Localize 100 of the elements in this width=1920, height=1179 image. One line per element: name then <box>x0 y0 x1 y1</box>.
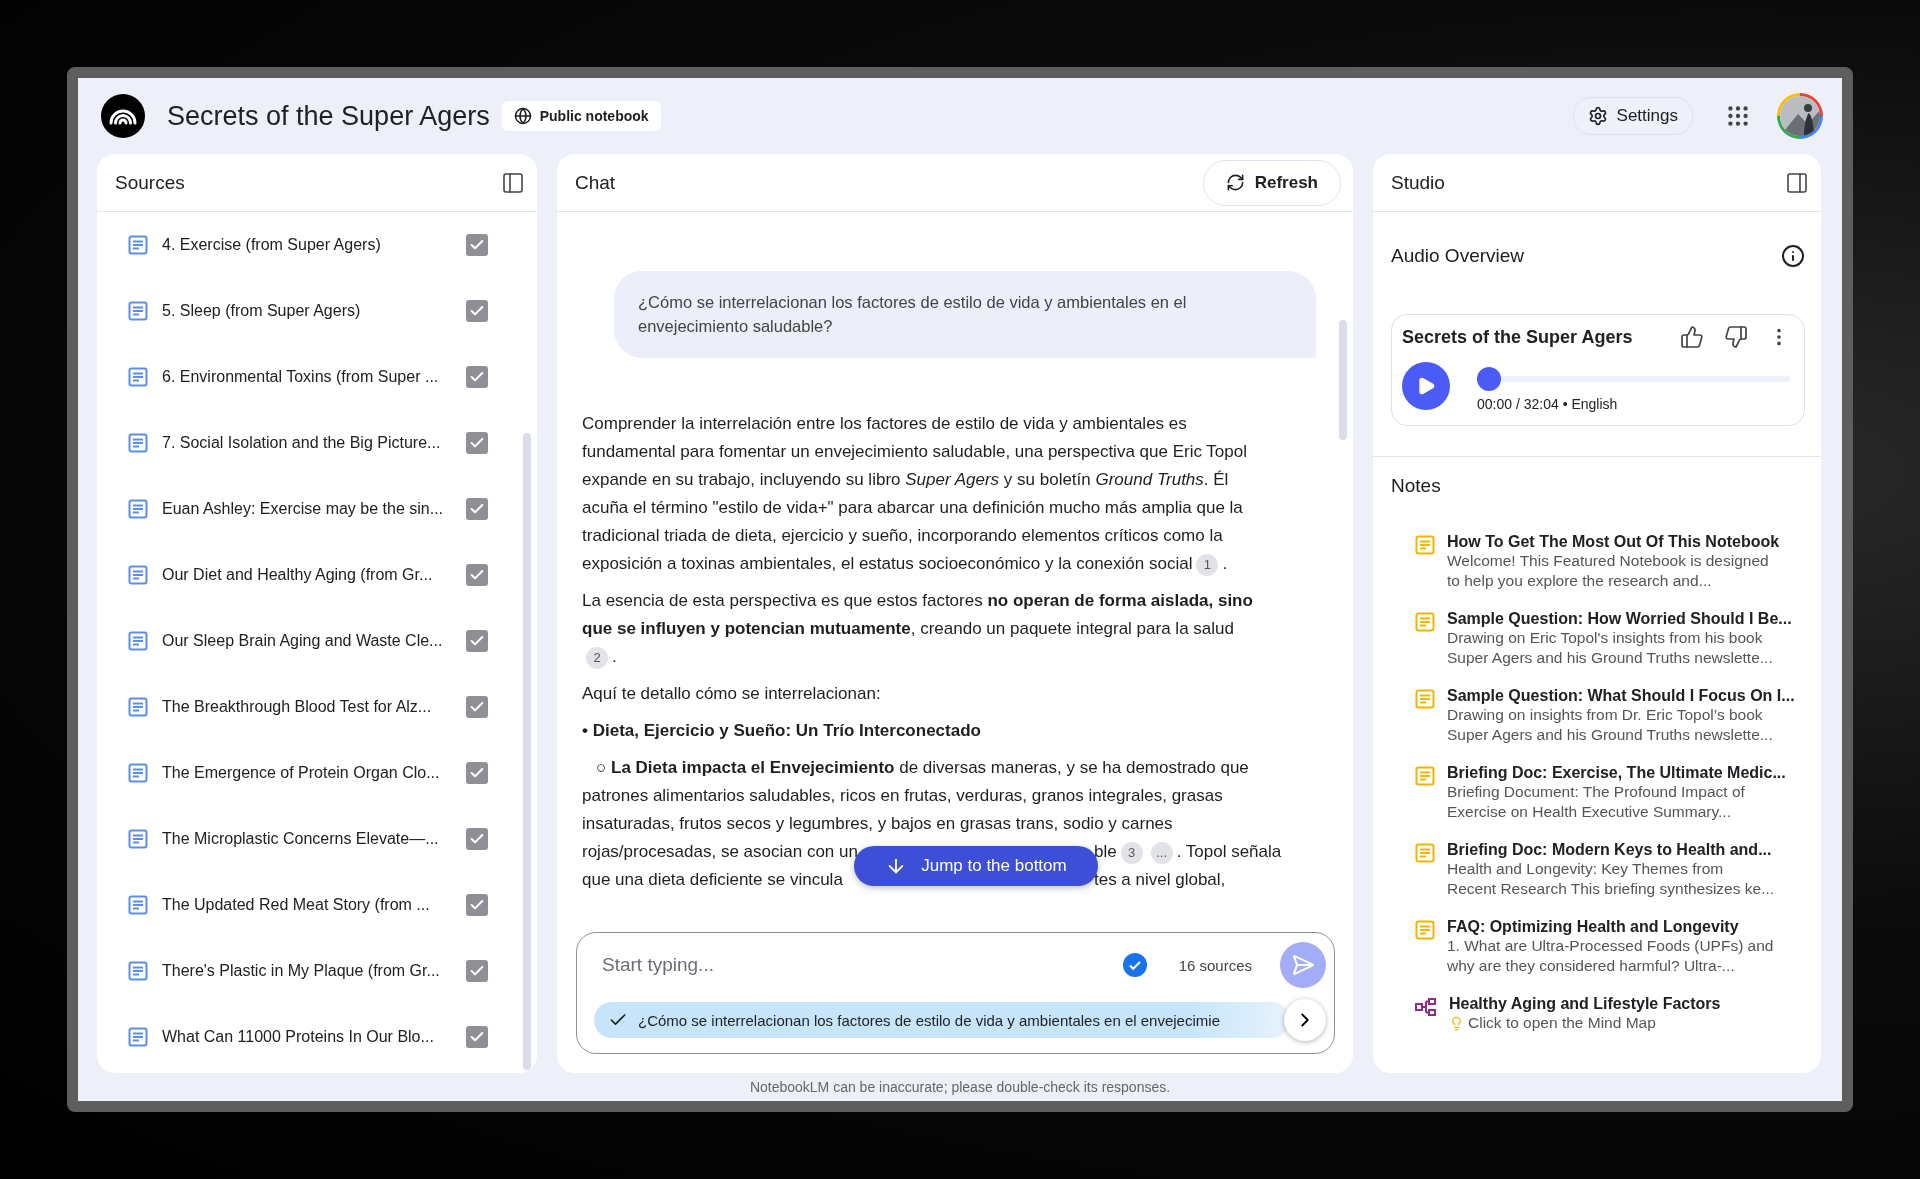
document-icon <box>128 961 148 981</box>
thumbs-up-icon[interactable] <box>1680 325 1704 349</box>
note-title[interactable]: Briefing Doc: Modern Keys to Health and... <box>1447 841 1775 859</box>
source-title[interactable]: Our Sleep Brain Aging and Waste Cle... <box>162 632 443 650</box>
document-icon <box>128 565 148 585</box>
refresh-button[interactable]: Refresh <box>1202 159 1341 206</box>
public-notebook-badge: Public notebook <box>501 101 661 131</box>
next-suggestion-button[interactable] <box>1284 999 1326 1041</box>
play-button[interactable] <box>1402 362 1450 410</box>
answer-heading: • Dieta, Ejercicio y Sueño: Un Trío Interconectado <box>582 720 982 742</box>
source-checkbox[interactable] <box>466 960 488 982</box>
settings-icon <box>1587 106 1608 126</box>
note-snippet: 1. What are Ultra-Processed Foods (UPFs) and why are they considered harmful? Ultra-... <box>1447 936 1774 976</box>
source-checkbox[interactable] <box>466 1026 488 1048</box>
note-icon <box>1415 920 1435 940</box>
mind-map-icon <box>1415 997 1437 1017</box>
source-checkbox[interactable] <box>466 300 488 322</box>
document-icon <box>128 763 148 783</box>
lightbulb-icon <box>1449 1015 1464 1031</box>
document-icon <box>128 433 148 453</box>
source-checkbox[interactable] <box>466 432 488 454</box>
panel-title: Studio <box>1391 171 1445 194</box>
settings-button[interactable]: Settings <box>1572 97 1693 135</box>
scrollbar[interactable] <box>523 433 531 1070</box>
document-icon <box>128 235 148 255</box>
document-icon <box>128 895 148 915</box>
source-title[interactable]: The Updated Red Meat Story (from ... <box>162 896 430 914</box>
answer-paragraph: Aquí te detallo cómo se interrelacionan: <box>582 683 882 705</box>
send-icon <box>1291 953 1315 977</box>
note-snippet: Welcome! This Featured Notebook is designed to help you explore the research and... <box>1447 551 1770 591</box>
source-checkbox[interactable] <box>466 828 488 850</box>
source-checkbox[interactable] <box>466 234 488 256</box>
note-title[interactable]: FAQ: Optimizing Health and Longevity <box>1447 918 1774 936</box>
app-logo[interactable] <box>101 94 145 138</box>
play-icon <box>1416 376 1436 396</box>
source-title[interactable]: The Emergence of Protein Organ Clo... <box>162 764 440 782</box>
answer-paragraph: La esencia de esta perspectiva es que estos factores no operan de forma aislada, sino que se influyen y potencian mutuamente, creando un paquete integral para la salud 2 . <box>582 587 1254 671</box>
audio-time: 00:00 / 32:04 • English <box>1477 396 1618 412</box>
refresh-icon <box>1225 173 1245 192</box>
notebook-title: Secrets of the Super Agers <box>167 100 490 132</box>
check-circle-icon <box>1122 953 1147 977</box>
note-title[interactable]: Healthy Aging and Lifestyle Factors <box>1449 995 1721 1013</box>
source-title[interactable]: The Microplastic Concerns Elevate—... <box>162 830 439 848</box>
globe-icon <box>513 107 532 125</box>
note-icon <box>1415 843 1435 863</box>
source-title[interactable]: 5. Sleep (from Super Agers) <box>162 302 361 320</box>
note-title[interactable]: Briefing Doc: Exercise, The Ultimate Medic... <box>1447 764 1786 782</box>
document-icon <box>128 301 148 321</box>
source-checkbox[interactable] <box>466 498 488 520</box>
section-title: Notes <box>1391 475 1441 497</box>
disclaimer-text: NotebookLM can be inaccurate; please double-check its responses. <box>748 1078 1172 1097</box>
source-title[interactable]: The Breakthrough Blood Test for Alz... <box>162 698 432 716</box>
collapse-panel-icon[interactable] <box>1785 170 1809 195</box>
note-icon <box>1415 535 1435 555</box>
answer-paragraph: Comprender la interrelación entre los factores de estilo de vida y ambientales es fundamental para fomentar un envejecimiento saludable, una perspectiva que Eric Topol expande en su trabajo, incluyendo su libro Super Agers y su boletín Ground Truths. Él acuña el término "estilo de vida+" para abarcar una definición mucho más amplia que la tradicional triada de dieta, ejercicio y sueño, incorporando elementos críticos como la exposición a toxinas ambientales, el estatus socioeconómico y la conexión social 1 . <box>582 410 1254 578</box>
document-icon <box>128 499 148 519</box>
panel-title: Chat <box>575 171 616 194</box>
note-title[interactable]: Sample Question: What Should I Focus On I... <box>1447 687 1795 705</box>
user-question: ¿Cómo se interrelacionan los factores de estilo de vida y ambientales en el envejecimiento saludable? <box>614 271 1316 358</box>
note-icon <box>1415 766 1435 786</box>
source-title[interactable]: What Can 11000 Proteins In Our Blo... <box>162 1028 434 1046</box>
panel-title: Sources <box>115 171 185 194</box>
note-snippet: Drawing on insights from Dr. Eric Topol’s book Super Agers and his Ground Truths newslette... <box>1447 705 1774 745</box>
source-checkbox[interactable] <box>466 630 488 652</box>
source-title[interactable]: Euan Ashley: Exercise may be the sin... <box>162 500 444 518</box>
info-icon[interactable] <box>1781 244 1805 268</box>
note-title[interactable]: Sample Question: How Worried Should I Be... <box>1447 610 1792 628</box>
avatar[interactable] <box>1777 93 1823 139</box>
source-title[interactable]: 7. Social Isolation and the Big Picture... <box>162 434 441 452</box>
slider-thumb[interactable] <box>1477 367 1501 391</box>
source-title[interactable]: 6. Environmental Toxins (from Super ... <box>162 368 439 386</box>
note-snippet: Drawing on Eric Topol's insights from his book Super Agers and his Ground Truths newslette... <box>1447 628 1774 668</box>
note-title[interactable]: How To Get The Most Out Of This Notebook <box>1447 533 1780 551</box>
document-icon <box>128 697 148 717</box>
document-icon <box>128 631 148 651</box>
note-snippet: Health and Longevity: Key Themes from Recent Research This briefing synthesizes ke... <box>1447 859 1775 899</box>
scrollbar[interactable] <box>1339 320 1347 440</box>
thumbs-down-icon[interactable] <box>1724 325 1748 349</box>
note-icon <box>1415 612 1435 632</box>
source-title[interactable]: Our Diet and Healthy Aging (from Gr... <box>162 566 433 584</box>
source-count: 16 sources <box>1178 956 1252 974</box>
apps-grid-icon[interactable] <box>1725 103 1751 129</box>
document-icon <box>128 829 148 849</box>
source-checkbox[interactable] <box>466 696 488 718</box>
audio-title: Secrets of the Super Agers <box>1402 326 1633 348</box>
note-snippet: Briefing Document: The Profound Impact of Exercise on Health Executive Summary... <box>1447 782 1746 822</box>
note-icon <box>1415 689 1435 709</box>
audio-progress-slider[interactable] <box>1477 367 1790 391</box>
source-title[interactable]: 4. Exercise (from Super Agers) <box>162 236 381 254</box>
collapse-panel-icon[interactable] <box>501 170 525 195</box>
note-snippet: Click to open the Mind Map <box>1468 1013 1656 1033</box>
source-title[interactable]: There's Plastic in My Plaque (from Gr... <box>162 962 440 980</box>
source-checkbox[interactable] <box>466 894 488 916</box>
source-checkbox[interactable] <box>466 762 488 784</box>
source-checkbox[interactable] <box>466 366 488 388</box>
document-icon <box>128 1027 148 1047</box>
document-icon <box>128 367 148 387</box>
source-checkbox[interactable] <box>466 564 488 586</box>
chat-input-box[interactable]: Start typing... 16 sources ¿Cómo se interrelacionan los factores de estilo de vida y ambientales en el envejecimie <box>576 932 1335 1054</box>
answer-text: que una dieta deficiente se vincula <box>582 869 844 891</box>
